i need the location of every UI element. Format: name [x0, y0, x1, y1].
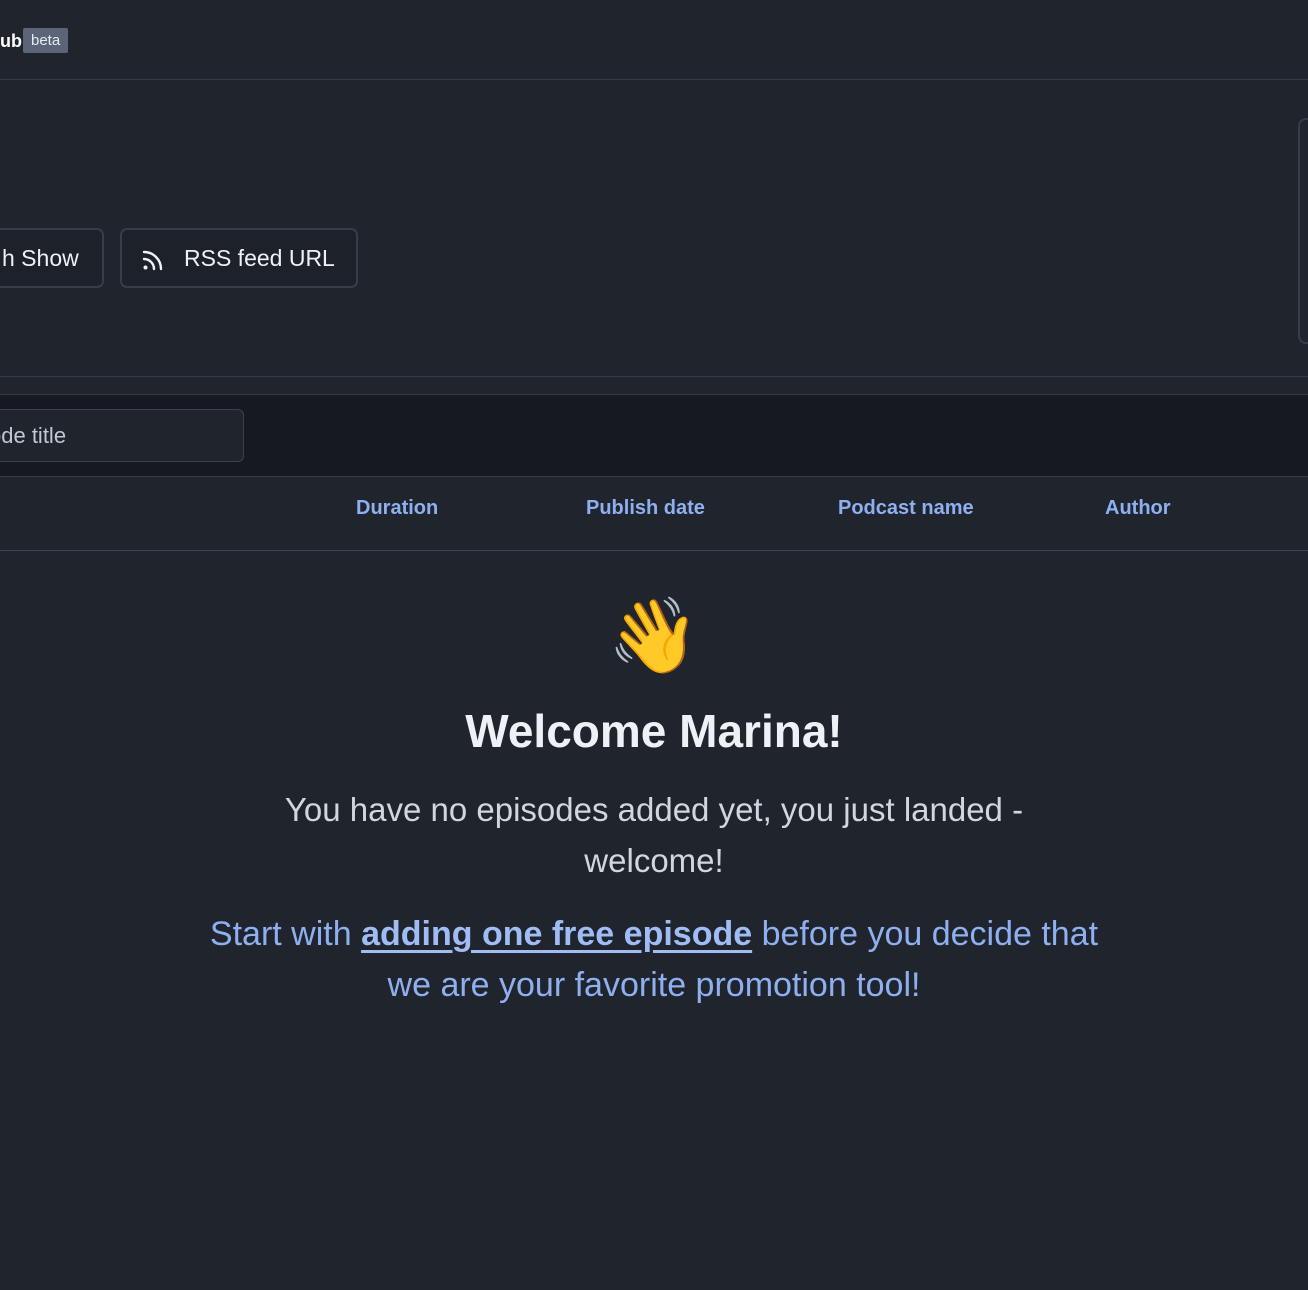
column-author[interactable]: Author — [1105, 476, 1171, 540]
search-strip — [0, 394, 1308, 477]
rss-icon — [142, 250, 163, 271]
beta-badge: beta — [23, 28, 69, 53]
empty-message: You have no episodes added yet, you just… — [284, 791, 1024, 879]
waving-hand-icon: 👋 — [607, 594, 701, 677]
search-show-button[interactable]: h Show — [0, 228, 104, 288]
brand-name: ub — [0, 31, 22, 51]
top-bar: ub beta — [0, 0, 1308, 80]
cta-before-text: Start with — [209, 915, 362, 953]
column-duration[interactable]: Duration — [356, 476, 438, 540]
empty-state: 👋 Welcome Marina! You have no episodes a… — [0, 551, 1308, 1051]
cta-text: Start with adding one free episode befor… — [204, 909, 1104, 1011]
rss-feed-url-button[interactable]: RSS feed URL — [120, 228, 358, 288]
add-free-episode-link[interactable]: adding one free episode — [361, 915, 752, 953]
app-page: ub beta h Show RSS feed URL Duration Pub… — [0, 0, 1308, 1290]
table-header: Duration Publish date Podcast name Autho… — [0, 476, 1308, 551]
rss-feed-url-label: RSS feed URL — [184, 244, 335, 271]
column-publish-date[interactable]: Publish date — [586, 476, 705, 540]
side-panel-edge — [1298, 118, 1308, 344]
action-area: h Show RSS feed URL — [0, 80, 1308, 377]
search-show-label: h Show — [2, 244, 79, 271]
episode-search-input[interactable] — [0, 409, 244, 462]
column-podcast-name[interactable]: Podcast name — [838, 476, 974, 540]
welcome-title: Welcome Marina! — [465, 705, 843, 757]
